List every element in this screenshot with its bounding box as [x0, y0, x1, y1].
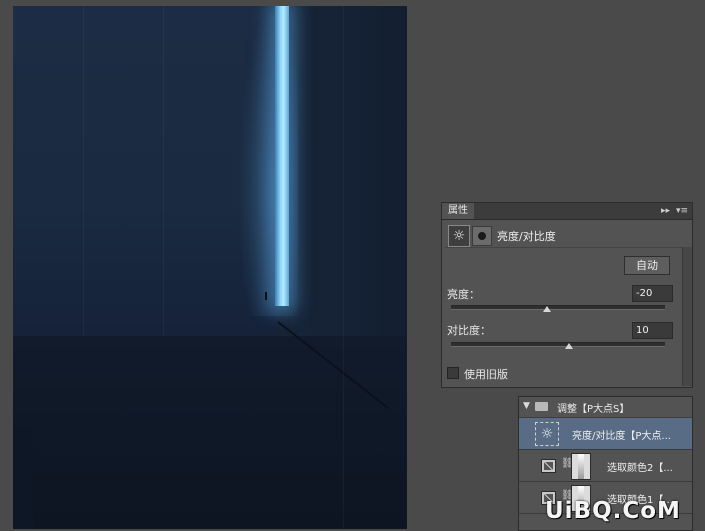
- brightness-slider-thumb[interactable]: [543, 306, 552, 312]
- panel-menu-icon[interactable]: ▾≡: [676, 204, 688, 218]
- properties-header: ☼ 亮度/对比度: [445, 223, 688, 248]
- double-chevron-right-icon[interactable]: ▸▸: [661, 204, 670, 218]
- chevron-down-icon[interactable]: ▼: [523, 401, 530, 411]
- layer-label: 亮度/对比度【P大点...: [572, 431, 671, 442]
- properties-scrollbar[interactable]: [682, 247, 692, 386]
- document-canvas[interactable]: [13, 6, 407, 529]
- contrast-slider-thumb[interactable]: [564, 343, 573, 349]
- layer-row-brightness[interactable]: ☼ 亮度/对比度【P大点...: [519, 418, 692, 450]
- brightness-slider-track[interactable]: [451, 305, 665, 310]
- use-legacy-label: 使用旧版: [464, 368, 508, 381]
- floor-shadow: [13, 426, 33, 529]
- use-legacy-checkbox[interactable]: [447, 367, 459, 379]
- light-slit: [275, 6, 289, 306]
- contrast-slider-track[interactable]: [451, 342, 665, 347]
- light-glow: [238, 6, 298, 316]
- brightness-value-input[interactable]: -20: [632, 285, 673, 302]
- brightness-sun-icon: ☼: [535, 422, 559, 446]
- layer-mask-icon[interactable]: [472, 226, 492, 246]
- auto-button[interactable]: 自动: [624, 256, 670, 275]
- layer-row-selective-color-2[interactable]: ⛓ 选取颜色2【...: [519, 450, 692, 482]
- tiny-figure: [265, 292, 267, 300]
- site-watermark: UiBQ.CoM: [545, 498, 681, 524]
- wall-seam: [83, 6, 84, 336]
- layer-group-label: 调整【P大点S】: [557, 404, 630, 415]
- selective-color-icon: [541, 459, 556, 473]
- wall-seam: [163, 6, 164, 336]
- layer-group-row[interactable]: ▼ 调整【P大点S】: [519, 397, 692, 418]
- mask-thumbnail[interactable]: [571, 453, 591, 480]
- properties-panel: 属性 ▸▸ ▾≡ ☼ 亮度/对比度 自动 亮度： -20 对比度： 10 使用旧…: [441, 202, 693, 388]
- brightness-sun-icon[interactable]: ☼: [448, 225, 470, 247]
- properties-tabbar: 属性 ▸▸ ▾≡: [442, 203, 692, 220]
- adjustment-title: 亮度/对比度: [497, 230, 556, 243]
- contrast-value-input[interactable]: 10: [632, 322, 673, 339]
- contrast-label: 对比度：: [447, 324, 491, 337]
- corridor-floor: [13, 336, 407, 529]
- wall-seam: [343, 6, 344, 529]
- brightness-label: 亮度：: [447, 288, 480, 301]
- layer-label: 选取颜色2【...: [607, 463, 673, 474]
- folder-icon: [535, 402, 548, 411]
- tab-properties[interactable]: 属性: [442, 203, 474, 219]
